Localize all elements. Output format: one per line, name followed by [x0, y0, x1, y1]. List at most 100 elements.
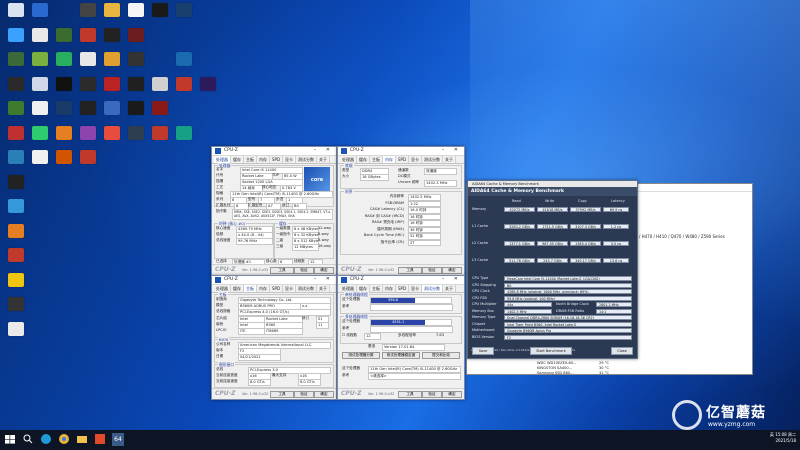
l3-field: 12 MBytes — [292, 244, 319, 251]
this-processor-label: 这个处理器 — [342, 366, 360, 370]
chrome-icon[interactable] — [58, 433, 70, 446]
tab-1[interactable]: 缓存 — [357, 285, 370, 292]
app-shortcut-icon — [8, 3, 24, 17]
reference-select[interactable]: <请选择> — [368, 373, 461, 380]
tab-4[interactable]: SPD — [396, 285, 410, 292]
info-label: BIOS Version — [472, 334, 495, 339]
validate-button[interactable]: 验证 — [422, 267, 442, 274]
tab-3[interactable]: 内存 — [257, 156, 270, 163]
threads-checkbox[interactable]: ☐ 线程数 — [342, 333, 357, 338]
cpuz-logo: CPU-Z — [215, 266, 236, 273]
aida64-cache-memory-window[interactable]: AIDA64 Cache & Memory Benchmark AIDA64 C… — [467, 180, 638, 359]
cpuz-bench-window[interactable]: CPU-Z – ✕ 处理器 缓存 主板 内存 SPD 显卡 测试分数 关于 单处理器线程 这个处… — [337, 275, 465, 400]
tab-2[interactable]: 主板 — [244, 156, 257, 163]
benchmark-value: 13.6 ns — [603, 258, 629, 263]
save-button[interactable]: Save — [472, 347, 494, 355]
tab-0[interactable]: 处理器 — [214, 156, 231, 163]
close-button[interactable]: Close — [611, 347, 633, 355]
app-shortcut-icon — [32, 27, 48, 42]
ok-button[interactable]: 确定 — [314, 267, 334, 274]
tools-button[interactable]: 工具 — [398, 391, 422, 398]
edge-browser-icon[interactable] — [40, 433, 52, 446]
window-controls[interactable]: – ✕ — [442, 276, 462, 282]
tab-0[interactable]: 处理器 — [340, 156, 357, 163]
app-icon[interactable] — [94, 433, 106, 446]
cpuz-memory-window[interactable]: CPU-Z – ✕ 处理器 缓存 主板 内存 SPD 显卡 测试分数 关于 常规 类型 DDR4… — [337, 146, 465, 276]
info-value: Intel Tiger Point B560, Intel Rocket Lak… — [504, 321, 632, 327]
tab-5[interactable]: 显卡 — [283, 156, 297, 163]
file-explorer-icon[interactable] — [76, 433, 88, 446]
cpuz-app-icon — [215, 277, 221, 283]
benchmark-version-select[interactable]: Version 17.01.64 — [382, 344, 445, 351]
tab-5[interactable]: 显卡 — [283, 285, 297, 292]
tab-1[interactable]: 缓存 — [357, 156, 370, 163]
validate-button[interactable]: 验证 — [294, 267, 314, 274]
bus-spec-label: 总线规格 — [216, 309, 231, 313]
threads-field[interactable]: 12 — [364, 333, 381, 340]
info-label: Chipset — [472, 321, 486, 326]
tab-6[interactable]: 测试分数 — [422, 156, 444, 163]
tab-5[interactable]: 显卡 — [409, 156, 423, 163]
tools-button[interactable]: 工具 — [270, 391, 294, 398]
tab-0[interactable]: 处理器 — [340, 285, 357, 292]
tab-strip[interactable]: 处理器 缓存 主板 内存 SPD 显卡 测试分数 关于 — [338, 156, 464, 164]
tab-3[interactable]: 内存 — [257, 285, 270, 292]
system-tray[interactable]: 英 15:08 周二 2021/5/18 — [770, 432, 796, 444]
validate-button[interactable]: 验证 — [294, 391, 314, 398]
tab-0[interactable]: 处理器 — [214, 285, 231, 292]
tab-4[interactable]: SPD — [270, 285, 284, 292]
tools-button[interactable]: 工具 — [270, 267, 294, 274]
tab-7[interactable]: 关于 — [443, 156, 457, 163]
cpuz-logo: CPU-Z — [215, 390, 236, 397]
ok-button[interactable]: 确定 — [314, 391, 334, 398]
submit-compare-button[interactable]: 提交和比较 — [422, 352, 460, 359]
southbridge-label: 南桥 — [216, 322, 224, 326]
tab-4[interactable]: SPD — [396, 156, 410, 163]
bus-speed-label: 总线速度 — [216, 238, 231, 242]
tab-7[interactable]: 关于 — [443, 285, 457, 292]
tab-7[interactable]: 关于 — [317, 156, 331, 163]
validate-button[interactable]: 验证 — [422, 391, 442, 398]
ok-button[interactable]: 确定 — [442, 391, 462, 398]
window-controls[interactable]: – ✕ — [442, 147, 462, 153]
bench-cpu-button[interactable]: 测试处理器分数 — [342, 352, 380, 359]
tab-7[interactable]: 关于 — [317, 285, 331, 292]
info-label: Motherboard — [472, 328, 495, 332]
l3-label: 三级 — [276, 244, 284, 248]
desktop-icon[interactable] — [170, 2, 198, 32]
window-controls[interactable]: – ✕ — [314, 147, 334, 153]
desktop-icon[interactable] — [194, 76, 222, 106]
stress-cpu-button[interactable]: 测试处理器稳定度 — [382, 352, 420, 359]
window-controls[interactable]: – ✕ — [314, 276, 334, 282]
tab-6[interactable]: 测试分数 — [296, 285, 318, 292]
cpuz-cpu-window[interactable]: CPU-Z – ✕ 处理器 缓存 主板 内存 SPD 显卡 测试分数 关于 处理器 名字 Int… — [211, 146, 337, 276]
app-shortcut-icon — [176, 52, 192, 66]
tab-2[interactable]: 主板 — [370, 156, 383, 163]
tab-3[interactable]: 内存 — [383, 285, 396, 292]
tab-6[interactable]: 测试分数 — [422, 285, 444, 292]
search-icon[interactable] — [22, 433, 34, 446]
ok-button[interactable]: 确定 — [442, 267, 462, 274]
app-shortcut-icon — [152, 3, 168, 17]
tab-6[interactable]: 测试分数 — [296, 156, 318, 163]
tab-4[interactable]: SPD — [270, 156, 284, 163]
app-shortcut-icon — [128, 3, 144, 17]
desktop-icon[interactable] — [170, 125, 198, 155]
aida64-taskbar-icon[interactable]: 64 — [112, 433, 124, 446]
cpuz-mainboard-window[interactable]: CPU-Z – ✕ 处理器 缓存 主板 内存 SPD 显卡 测试分数 关于 主板 制造商 Gig… — [211, 275, 337, 400]
tab-2[interactable]: 主板 — [370, 285, 383, 292]
start-benchmark-button[interactable]: Start Benchmark — [530, 347, 572, 355]
tab-strip[interactable]: 处理器 缓存 主板 内存 SPD 显卡 测试分数 关于 — [212, 285, 336, 293]
tab-1[interactable]: 缓存 — [231, 156, 244, 163]
desktop-icon[interactable] — [74, 149, 102, 179]
tab-3[interactable]: 内存 — [383, 156, 396, 163]
app-shortcut-icon — [32, 101, 48, 115]
tab-1[interactable]: 缓存 — [231, 285, 244, 292]
info-value: Gigabyte B560M Aorus Pro — [504, 328, 632, 333]
tools-button[interactable]: 工具 — [398, 267, 422, 274]
tab-5[interactable]: 显卡 — [409, 285, 423, 292]
desktop-icon[interactable] — [2, 321, 30, 351]
tab-2[interactable]: 主板 — [244, 285, 257, 292]
start-windows-icon[interactable] — [4, 433, 16, 446]
tdp-label: TDP — [272, 173, 280, 177]
